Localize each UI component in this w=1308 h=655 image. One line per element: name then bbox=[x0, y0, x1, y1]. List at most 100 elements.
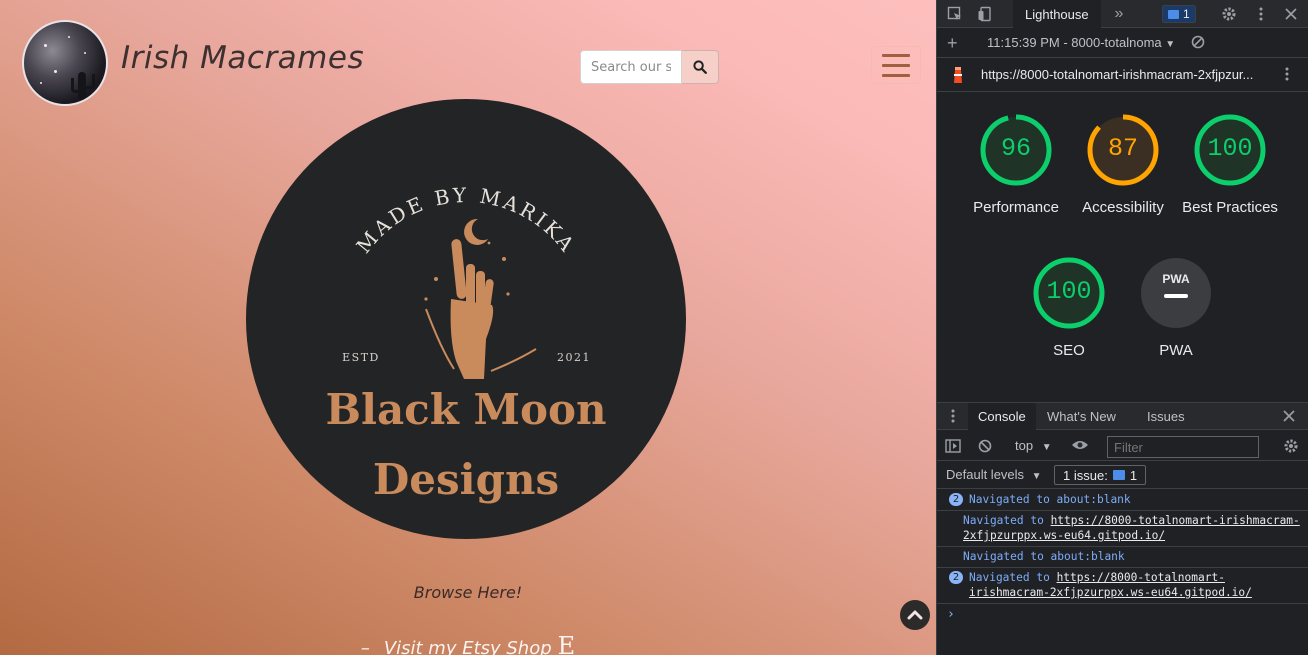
console-message-text: Navigated to bbox=[963, 514, 1051, 527]
score-label: Accessibility bbox=[1082, 199, 1164, 216]
chevron-up-icon bbox=[907, 610, 923, 620]
console-filter-input[interactable] bbox=[1107, 436, 1259, 458]
sidebar-toggle-icon[interactable] bbox=[945, 439, 961, 456]
score-label: Best Practices bbox=[1182, 199, 1278, 216]
issues-count-button[interactable]: 1 issue: 1 bbox=[1054, 465, 1147, 485]
console-levels-row: Default levels ▼ 1 issue: 1 bbox=[937, 461, 1308, 489]
kebab-menu-icon[interactable] bbox=[1251, 4, 1271, 24]
context-selector-label: top bbox=[1015, 438, 1034, 453]
menu-toggle-button[interactable] bbox=[871, 46, 921, 84]
search-input[interactable] bbox=[580, 50, 682, 84]
console-message: 2 Navigated to about:blank bbox=[937, 490, 1308, 511]
console-settings-gear-icon[interactable] bbox=[1283, 438, 1299, 457]
etsy-shop-link[interactable]: – Visit my Etsy Shop E bbox=[0, 632, 936, 655]
search-icon bbox=[693, 60, 707, 74]
etsy-label: Visit my Etsy Shop bbox=[383, 638, 552, 655]
hero-logo-art: MADE BY MARIKA ESTD 2021 Black Moon Desi… bbox=[325, 183, 606, 504]
tab-console[interactable]: Console bbox=[968, 403, 1036, 430]
score-label: Performance bbox=[973, 199, 1059, 216]
score-label: PWA bbox=[1159, 342, 1193, 359]
browse-link[interactable]: Browse Here! bbox=[0, 583, 936, 602]
logo-star bbox=[68, 36, 70, 38]
website-viewport: Irish Macrames MADE BY MARIKA bbox=[0, 0, 936, 655]
default-levels-label: Default levels bbox=[946, 467, 1025, 482]
default-levels-dropdown[interactable]: Default levels ▼ bbox=[946, 467, 1042, 482]
console-messages: 2 Navigated to about:blank Navigated to ht… bbox=[937, 490, 1308, 622]
lighthouse-logo-icon bbox=[951, 66, 965, 87]
pwa-badge-text: PWA bbox=[1162, 272, 1190, 286]
hero-logo: MADE BY MARIKA ESTD 2021 Black Moon Desi… bbox=[246, 99, 686, 539]
moon-icon bbox=[464, 218, 488, 245]
kebab-menu-icon[interactable] bbox=[1285, 67, 1289, 84]
score-gauges: 96 Performance 87 Accessibility 100 Best Prac… bbox=[937, 94, 1308, 384]
hero-title-line2: Designs bbox=[373, 455, 559, 504]
hamburger-bar bbox=[882, 73, 910, 77]
cactus-icon bbox=[71, 72, 95, 100]
issues-badge[interactable]: 1 bbox=[1162, 5, 1196, 23]
devtools-panel: Lighthouse » 1 + 11:15:39 PM - 8000-tota… bbox=[936, 0, 1308, 655]
score-gauge-accessibility[interactable]: 87 Accessibility bbox=[1070, 114, 1176, 219]
report-selector-row: + 11:15:39 PM - 8000-totalnoma ▼ bbox=[937, 28, 1308, 58]
add-report-icon[interactable]: + bbox=[947, 33, 958, 54]
pwa-badge-icon: PWA bbox=[1141, 258, 1211, 328]
issues-count-label: 1 issue: bbox=[1063, 467, 1108, 483]
score-gauge-seo[interactable]: 100 SEO bbox=[1016, 257, 1122, 362]
score-value: 87 bbox=[1107, 134, 1138, 163]
console-message: Navigated to about:blank bbox=[937, 547, 1308, 568]
brand-logo[interactable] bbox=[22, 20, 108, 106]
score-gauge-pwa[interactable]: PWA PWA bbox=[1123, 257, 1229, 362]
score-value: 96 bbox=[1000, 134, 1031, 163]
drawer-menu-icon[interactable] bbox=[951, 409, 955, 426]
tab-issues[interactable]: Issues bbox=[1137, 403, 1195, 430]
brand-title[interactable]: Irish Macrames bbox=[121, 40, 364, 76]
etsy-dash: – bbox=[360, 638, 370, 655]
console-toolbar: top ▼ bbox=[937, 431, 1308, 461]
context-selector[interactable]: top ▼ bbox=[1015, 438, 1052, 453]
hamburger-bar bbox=[882, 53, 910, 57]
console-prompt[interactable]: › bbox=[947, 607, 955, 622]
more-tabs-button[interactable]: » bbox=[1109, 4, 1129, 24]
hero-year: 2021 bbox=[557, 351, 591, 364]
hero-estd-label: ESTD bbox=[342, 351, 380, 364]
inspect-element-icon[interactable] bbox=[945, 4, 965, 24]
score-label: SEO bbox=[1053, 342, 1085, 359]
repeat-count-badge: 2 bbox=[949, 493, 963, 506]
repeat-count-badge: 2 bbox=[949, 571, 963, 584]
logo-star bbox=[44, 44, 47, 47]
score-gauge-performance[interactable]: 96 Performance bbox=[963, 114, 1069, 219]
hero-arc-text: MADE BY MARIKA bbox=[351, 183, 580, 258]
console-message-text: Navigated to bbox=[969, 571, 1057, 584]
report-url[interactable]: https://8000-totalnomart-irishmacram-2xf… bbox=[981, 67, 1253, 82]
console-message-text: Navigated to about:blank bbox=[969, 493, 1131, 506]
device-toolbar-icon[interactable] bbox=[975, 4, 995, 24]
issues-count-value: 1 bbox=[1129, 467, 1138, 483]
report-url-row: https://8000-totalnomart-irishmacram-2xf… bbox=[937, 58, 1308, 92]
tab-whats-new[interactable]: What's New bbox=[1037, 403, 1126, 430]
dropdown-arrow-icon: ▼ bbox=[1031, 471, 1042, 482]
message-icon bbox=[1112, 470, 1125, 480]
dropdown-arrow-icon: ▼ bbox=[1165, 39, 1176, 50]
report-selector-label: 11:15:39 PM - 8000-totalnoma bbox=[987, 35, 1162, 50]
clear-console-icon[interactable] bbox=[978, 439, 992, 456]
settings-gear-icon[interactable] bbox=[1219, 4, 1239, 24]
search-form bbox=[580, 50, 719, 84]
tab-lighthouse[interactable]: Lighthouse bbox=[1013, 0, 1101, 28]
logo-star bbox=[54, 70, 57, 73]
console-message-text: Navigated to about:blank bbox=[963, 550, 1125, 563]
close-devtools-icon[interactable] bbox=[1281, 4, 1301, 24]
dropdown-arrow-icon: ▼ bbox=[1041, 442, 1052, 453]
console-message: 2 Navigated to https://8000-totalnomart-i… bbox=[937, 568, 1308, 604]
scroll-to-top-button[interactable] bbox=[900, 600, 930, 630]
devtools-tabbar: Lighthouse » 1 bbox=[937, 0, 1308, 28]
hamburger-bar bbox=[882, 63, 910, 67]
score-gauge-best-practices[interactable]: 100 Best Practices bbox=[1177, 114, 1283, 219]
search-button[interactable] bbox=[682, 50, 719, 84]
issues-badge-count: 1 bbox=[1183, 7, 1190, 21]
logo-star bbox=[40, 82, 42, 84]
clear-reports-icon[interactable] bbox=[1191, 35, 1205, 52]
hero-title-line1: Black Moon bbox=[325, 385, 606, 434]
report-selector[interactable]: 11:15:39 PM - 8000-totalnoma ▼ bbox=[987, 35, 1175, 50]
live-expression-eye-icon[interactable] bbox=[1071, 439, 1089, 454]
score-value: 100 bbox=[1046, 277, 1092, 306]
close-drawer-icon[interactable] bbox=[1283, 410, 1295, 425]
